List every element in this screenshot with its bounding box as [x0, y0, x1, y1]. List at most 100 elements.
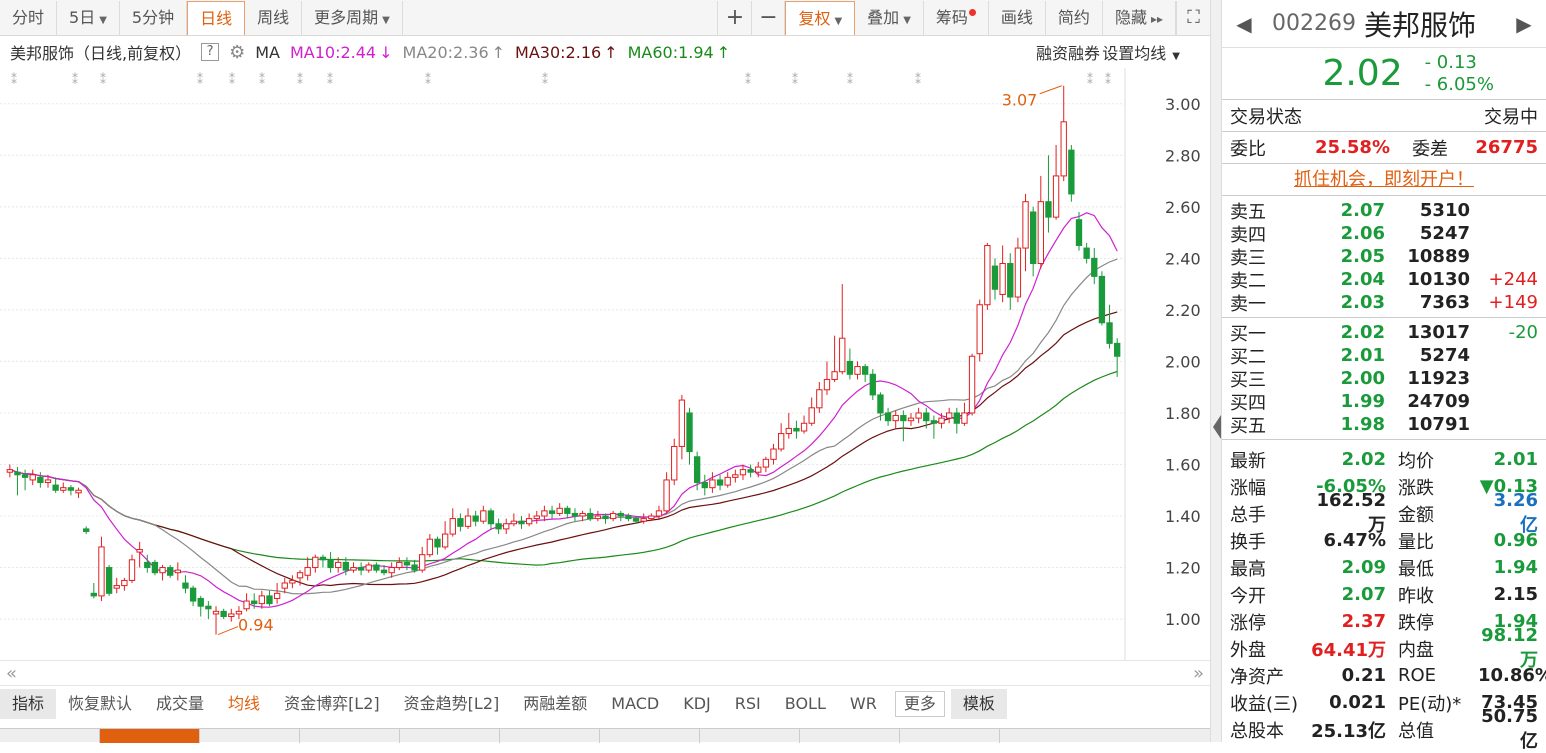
event-marker-icon[interactable]: ⁑ [1087, 72, 1093, 87]
event-marker-icon[interactable]: ⁑ [792, 72, 798, 87]
candle-body[interactable] [961, 412, 968, 424]
candle-body[interactable] [258, 595, 266, 605]
set-ma-dropdown[interactable]: 设置均线 ▼ [1102, 40, 1190, 64]
candle-body[interactable] [273, 592, 281, 599]
candle-body[interactable] [83, 528, 90, 532]
help-button[interactable]: ? [201, 43, 220, 61]
candle-body[interactable] [900, 415, 907, 422]
candle-body[interactable] [296, 572, 304, 579]
indicator-tab[interactable]: 资金趋势[L2] [392, 689, 512, 719]
candle-body[interactable] [602, 515, 609, 520]
bottom-tab[interactable] [900, 729, 1000, 743]
candle-body[interactable] [212, 610, 220, 615]
candle-body[interactable] [396, 561, 403, 569]
candle-body[interactable] [999, 263, 1006, 295]
event-marker-icon[interactable]: ⁑ [745, 72, 751, 87]
candle-body[interactable] [968, 355, 976, 414]
period-tab[interactable]: 周线 [245, 0, 303, 35]
period-tab[interactable]: 5日 ▼ [57, 0, 120, 35]
candle-body[interactable] [1114, 342, 1121, 357]
candle-body[interactable] [541, 510, 548, 517]
candle-body[interactable] [724, 476, 731, 486]
event-marker-icon[interactable]: ⁑ [72, 72, 78, 87]
indicator-tab[interactable]: RSI [723, 689, 773, 719]
candle-body[interactable] [1075, 219, 1083, 246]
candle-body[interactable] [327, 559, 334, 569]
scroll-right-icon[interactable]: » [1193, 663, 1204, 684]
candle-body[interactable] [930, 420, 938, 424]
period-tab[interactable]: 5分钟 [120, 0, 188, 35]
candle-body[interactable] [464, 515, 472, 527]
candle-body[interactable] [831, 371, 838, 380]
event-marker-icon[interactable]: ⁑ [915, 72, 921, 87]
candle-body[interactable] [342, 561, 350, 571]
candle-body[interactable] [426, 538, 434, 556]
candle-body[interactable] [587, 512, 594, 520]
candle-body[interactable] [449, 518, 456, 535]
candle-body[interactable] [251, 600, 258, 605]
candle-body[interactable] [159, 567, 166, 574]
candle-body[interactable] [487, 510, 495, 525]
toolbar-button[interactable]: 复权 ▼ [785, 0, 856, 35]
candle-body[interactable] [839, 337, 846, 373]
candle-body[interactable] [419, 554, 426, 571]
candle-body[interactable] [304, 567, 311, 576]
candle-body[interactable] [380, 569, 388, 574]
candle-body[interactable] [609, 512, 617, 520]
indicator-tab[interactable]: BOLL [773, 689, 838, 719]
candle-body[interactable] [625, 515, 632, 520]
candle-body[interactable] [1068, 149, 1075, 195]
candle-body[interactable] [434, 538, 441, 548]
indicator-tab[interactable]: 指标 [0, 689, 57, 719]
indicator-tab[interactable]: 资金博弈[L2] [272, 689, 392, 719]
candle-body[interactable] [671, 445, 678, 481]
candle-body[interactable] [762, 458, 770, 468]
candle-body[interactable] [480, 510, 487, 522]
candle-body[interactable] [235, 610, 243, 615]
candle-body[interactable] [411, 564, 418, 571]
candle-body[interactable] [205, 605, 212, 610]
candle-body[interactable] [861, 366, 869, 375]
bottom-tab[interactable] [800, 729, 900, 743]
candle-body[interactable] [243, 600, 250, 610]
indicator-tab[interactable]: KDJ [671, 689, 723, 719]
candle-body[interactable] [564, 507, 571, 514]
candle-body[interactable] [357, 567, 365, 571]
candle-body[interactable] [877, 394, 884, 414]
next-stock-icon[interactable]: ▶ [1510, 12, 1538, 36]
candle-body[interactable] [335, 561, 342, 569]
event-marker-icon[interactable]: ⁑ [847, 72, 853, 87]
candle-body[interactable] [1098, 275, 1106, 324]
toolbar-button[interactable]: 简约 [1046, 0, 1103, 35]
indicator-tab[interactable]: 均线 [216, 689, 272, 719]
candle-body[interactable] [938, 417, 945, 424]
indicator-tab[interactable]: 恢复默认 [56, 689, 144, 719]
candle-body[interactable] [1022, 201, 1029, 249]
indicator-tab[interactable]: 更多 [894, 691, 945, 717]
candle-body[interactable] [503, 523, 510, 530]
candle-body[interactable] [350, 567, 357, 571]
zoom-in-icon[interactable]: + [717, 0, 751, 35]
candle-body[interactable] [884, 412, 892, 422]
candle-body[interactable] [663, 479, 670, 512]
candle-body[interactable] [266, 595, 273, 605]
candle-body[interactable] [136, 549, 143, 553]
bottom-tab[interactable] [0, 729, 100, 743]
candle-body[interactable] [594, 515, 602, 520]
toolbar-button[interactable]: 隐藏 ▸▸ [1103, 0, 1176, 35]
bottom-tab[interactable] [600, 729, 700, 743]
event-marker-icon[interactable]: ⁑ [259, 72, 265, 87]
toolbar-button[interactable]: 画线 [989, 0, 1046, 35]
candle-body[interactable] [953, 412, 960, 424]
candle-body[interactable] [709, 479, 716, 489]
candle-body[interactable] [281, 582, 288, 589]
candle-body[interactable] [1014, 247, 1022, 298]
candle-body[interactable] [228, 613, 235, 618]
candle-body[interactable] [37, 476, 44, 484]
candle-body[interactable] [60, 487, 67, 491]
candle-body[interactable] [319, 556, 327, 561]
panel-splitter[interactable] [1210, 0, 1222, 742]
indicator-tab[interactable]: MACD [599, 689, 671, 719]
fullscreen-icon[interactable]: ⛶ [1176, 0, 1210, 35]
candle-body[interactable] [98, 546, 105, 597]
